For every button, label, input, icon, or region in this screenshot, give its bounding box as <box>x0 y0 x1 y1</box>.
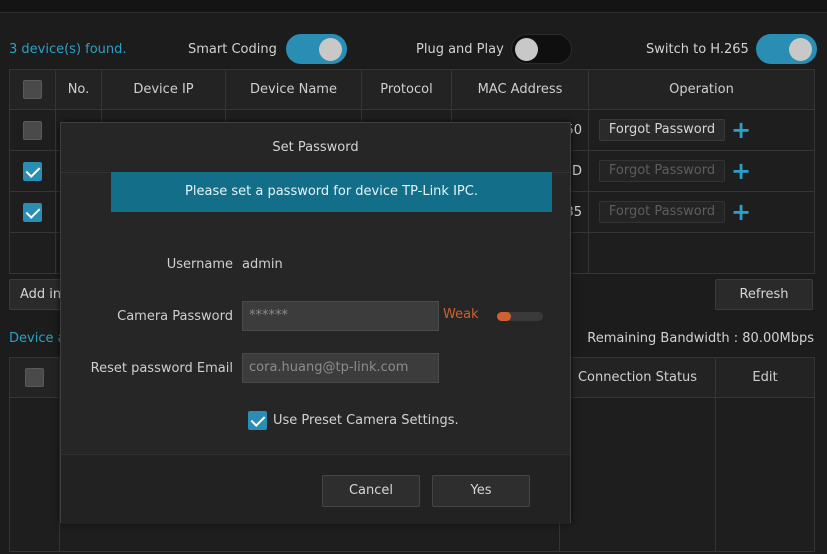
forgot-password-button[interactable]: Forgot Password <box>599 201 725 223</box>
smart-coding-toggle[interactable] <box>286 34 347 64</box>
add-device-plus-icon[interactable]: + <box>731 118 751 142</box>
top-bar <box>0 0 827 13</box>
reset-email-input[interactable]: cora.huang@tp-link.com <box>242 353 439 383</box>
table-cell <box>715 397 815 552</box>
table-cell <box>588 232 815 274</box>
devices-found-text: 3 device(s) found. <box>9 42 127 57</box>
col-mac-address: MAC Address <box>451 69 589 110</box>
col-connection-status: Connection Status <box>559 357 716 398</box>
use-preset-label: Use Preset Camera Settings. <box>273 413 459 428</box>
select-all-checkbox[interactable] <box>25 368 44 387</box>
add-device-plus-icon[interactable]: + <box>731 200 751 224</box>
row-checkbox-cell <box>9 191 56 233</box>
select-all-cell <box>9 357 60 398</box>
col-edit: Edit <box>715 357 815 398</box>
table-cell <box>9 397 60 552</box>
password-strength-meter <box>497 312 543 321</box>
dialog-title: Set Password <box>61 123 570 173</box>
col-device-name: Device Name <box>225 69 362 110</box>
yes-button[interactable]: Yes <box>432 475 530 507</box>
operation-cell: Forgot Password + <box>588 109 815 151</box>
switch-h265-label: Switch to H.265 <box>646 42 749 57</box>
operation-cell: Forgot Password + <box>588 150 815 192</box>
forgot-password-button[interactable]: Forgot Password <box>599 119 725 141</box>
password-strength-text: Weak <box>443 307 479 322</box>
table-header-row: No. Device IP Device Name Protocol MAC A… <box>9 69 815 110</box>
toggle-knob <box>319 38 342 61</box>
select-all-cell <box>9 69 56 110</box>
col-no: No. <box>55 69 102 110</box>
col-device-ip: Device IP <box>101 69 226 110</box>
use-preset-settings-option[interactable]: Use Preset Camera Settings. <box>248 411 459 430</box>
refresh-button[interactable]: Refresh <box>715 279 813 310</box>
reset-email-label: Reset password Email <box>90 361 233 376</box>
row-checkbox-cell <box>9 109 56 151</box>
set-password-dialog: Set Password Please set a password for d… <box>60 122 571 524</box>
remaining-bandwidth-text: Remaining Bandwidth : 80.00Mbps <box>587 331 814 346</box>
table-cell <box>559 397 716 552</box>
row-checkbox[interactable] <box>23 161 42 181</box>
strength-meter-fill <box>497 312 511 321</box>
dialog-footer: Cancel Yes <box>61 454 570 524</box>
select-all-checkbox[interactable] <box>23 80 42 99</box>
cancel-button[interactable]: Cancel <box>322 475 420 507</box>
plug-and-play-toggle[interactable] <box>511 34 572 64</box>
table-cell <box>9 232 56 274</box>
username-value: admin <box>242 257 283 272</box>
toggle-knob <box>789 38 812 61</box>
camera-password-input[interactable]: ****** <box>242 301 439 331</box>
added-devices-label: Device a <box>9 331 66 346</box>
row-checkbox-cell <box>9 150 56 192</box>
smart-coding-label: Smart Coding <box>188 42 277 57</box>
toggle-knob <box>515 38 538 61</box>
discovery-status-row: 3 device(s) found. Smart Coding Plug and… <box>0 30 827 70</box>
plug-and-play-label: Plug and Play <box>416 42 504 57</box>
camera-password-label: Camera Password <box>117 309 233 324</box>
switch-h265-toggle[interactable] <box>756 34 817 64</box>
row-checkbox[interactable] <box>23 202 42 222</box>
username-label: Username <box>166 257 233 272</box>
forgot-password-button[interactable]: Forgot Password <box>599 160 725 182</box>
col-operation: Operation <box>588 69 815 110</box>
operation-cell: Forgot Password + <box>588 191 815 233</box>
col-protocol: Protocol <box>361 69 452 110</box>
use-preset-checkbox[interactable] <box>248 411 267 430</box>
info-banner: Please set a password for device TP-Link… <box>111 172 552 212</box>
row-checkbox[interactable] <box>23 120 42 140</box>
add-device-plus-icon[interactable]: + <box>731 159 751 183</box>
